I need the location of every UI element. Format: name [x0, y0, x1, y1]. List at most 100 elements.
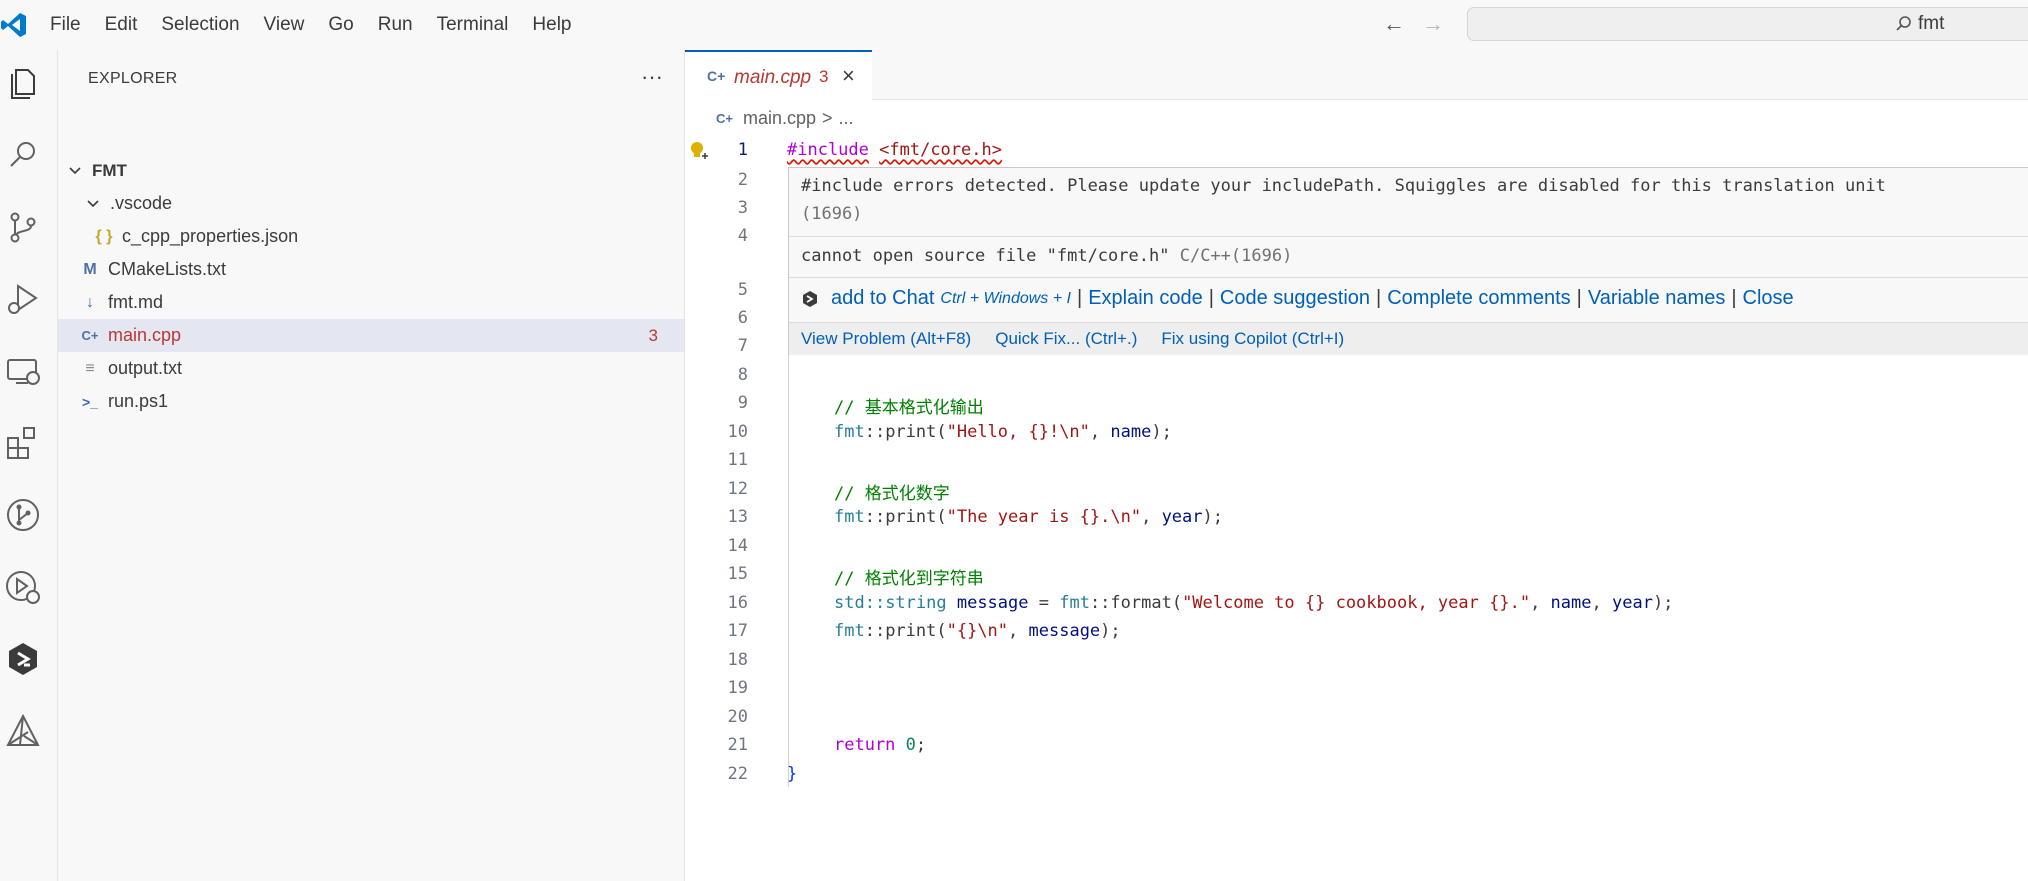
source-control-icon[interactable] — [4, 208, 42, 246]
copilot-icon — [803, 290, 817, 307]
namespace: std — [834, 593, 865, 613]
variable: message — [956, 593, 1029, 613]
breadcrumb-symbol[interactable]: ... — [839, 108, 854, 129]
text-file-icon: ≡ — [85, 359, 95, 377]
explain-code-link[interactable]: Explain code — [1088, 287, 1203, 310]
breadcrumb-file[interactable]: main.cpp — [743, 108, 816, 129]
copilot-icon[interactable] — [4, 640, 42, 678]
search-icon — [1896, 16, 1911, 31]
menu-terminal[interactable]: Terminal — [425, 14, 521, 36]
tree-file-c-cpp-properties[interactable]: { } c_cpp_properties.json — [58, 220, 684, 253]
complete-comments-link[interactable]: Complete comments — [1387, 287, 1570, 310]
cpp-icon: C+ — [707, 68, 726, 84]
code-line-15[interactable]: // 格式化到字符串 — [834, 564, 984, 589]
code-line-1[interactable]: #include <fmt/core.h> — [787, 140, 1002, 160]
punct: , — [1141, 507, 1162, 527]
explorer-title: EXPLORER — [88, 70, 178, 87]
fix-using-copilot-link[interactable]: Fix using Copilot (Ctrl+I) — [1161, 329, 1344, 349]
quick-fix-link[interactable]: Quick Fix... (Ctrl+.) — [995, 329, 1137, 349]
line-number: 5 — [737, 280, 748, 300]
tab-problem-count: 3 — [819, 67, 829, 86]
keyword: return — [834, 735, 896, 755]
search-icon[interactable] — [4, 136, 42, 174]
line-number: 17 — [727, 621, 748, 641]
markdown-icon: ↓ — [86, 293, 94, 311]
tree-file-cmakelists[interactable]: M CMakeLists.txt — [58, 253, 684, 286]
tree-file-output-txt[interactable]: ≡ output.txt — [58, 352, 684, 385]
cmake-icon[interactable] — [4, 712, 42, 750]
forward-arrow-icon[interactable]: → — [1422, 13, 1444, 35]
tree-file-run-ps1[interactable]: >_ run.ps1 — [58, 385, 684, 418]
line-number: 21 — [727, 735, 748, 755]
menu-help[interactable]: Help — [520, 14, 583, 36]
view-problem-link[interactable]: View Problem (Alt+F8) — [801, 329, 971, 349]
menu-go[interactable]: Go — [316, 14, 365, 36]
file-label: CMakeLists.txt — [108, 259, 227, 279]
problem-count-badge: 3 — [648, 325, 658, 345]
line-number: 15 — [727, 564, 748, 584]
explorer-icon[interactable] — [4, 64, 42, 102]
line-number: 18 — [727, 650, 748, 670]
separator: | — [1076, 287, 1083, 309]
error-text: cannot open source file "fmt/core.h" — [801, 246, 1170, 266]
punct: , — [1089, 422, 1111, 442]
error-code: (1696) — [801, 204, 863, 224]
close-icon[interactable]: × — [842, 63, 855, 89]
extensions-icon[interactable] — [4, 424, 42, 462]
code-line-9[interactable]: // 基本格式化输出 — [834, 393, 984, 418]
code-line-16[interactable]: std::string message = fmt::format("Welco… — [834, 593, 1673, 613]
indent-guide — [788, 355, 789, 787]
code-line-10[interactable]: fmt::print("Hello, {}!\n", name); — [834, 422, 1172, 442]
back-arrow-icon[interactable]: ← — [1383, 13, 1405, 35]
git-graph-icon[interactable] — [4, 496, 42, 534]
code-line-12[interactable]: // 格式化数字 — [834, 479, 950, 504]
file-label: run.ps1 — [108, 391, 169, 411]
string-literal: "Welcome to {} cookbook, year {}." — [1182, 593, 1531, 613]
menu-view[interactable]: View — [252, 14, 317, 36]
code-line-22[interactable]: } — [787, 764, 797, 784]
line-number: 8 — [737, 365, 748, 385]
testing-icon[interactable] — [4, 568, 42, 606]
command-center-search[interactable]: fmt — [1467, 7, 2028, 41]
line-number: 4 — [737, 226, 748, 246]
variable: year — [1611, 593, 1653, 613]
tree-root-fmt[interactable]: FMT — [58, 154, 684, 187]
tree-file-main-cpp[interactable]: C+ main.cpp 3 — [58, 319, 684, 352]
add-to-chat-link[interactable]: add to Chat — [831, 287, 934, 310]
separator: | — [1208, 287, 1214, 309]
include-error-message: #include errors detected. Please update … — [801, 176, 1886, 196]
remote-explorer-icon[interactable] — [4, 352, 42, 390]
menu-selection[interactable]: Selection — [149, 14, 251, 36]
close-link[interactable]: Close — [1743, 287, 1794, 310]
operator: = — [1028, 593, 1060, 613]
string-literal: "The year is {}.\n" — [946, 507, 1142, 527]
code-line-13[interactable]: fmt::print("The year is {}.\n", year); — [834, 507, 1223, 527]
punct: , — [1591, 593, 1612, 613]
menu-run[interactable]: Run — [366, 14, 425, 36]
breadcrumb: C+ main.cpp > ... — [716, 108, 854, 129]
comment: // 基本格式化输出 — [834, 398, 984, 418]
more-actions-icon[interactable]: ··· — [641, 64, 663, 90]
punct: , — [1008, 621, 1029, 641]
code-suggestion-link[interactable]: Code suggestion — [1220, 287, 1370, 310]
namespace: fmt — [834, 507, 865, 527]
divider — [789, 277, 2028, 278]
line-number: 9 — [737, 393, 748, 413]
run-debug-icon[interactable] — [4, 280, 42, 318]
variable-names-link[interactable]: Variable names — [1588, 287, 1725, 310]
tab-main-cpp[interactable]: C+ main.cpp 3 × — [685, 50, 872, 100]
punct: ); — [1100, 621, 1121, 641]
line-number: 22 — [727, 764, 748, 784]
chevron-right-icon: > — [822, 108, 833, 128]
code-line-17[interactable]: fmt::print("{}\n", message); — [834, 621, 1121, 641]
file-label: fmt.md — [108, 292, 164, 312]
code-line-21[interactable]: return 0; — [834, 735, 926, 755]
tree-folder-vscode[interactable]: .vscode — [58, 187, 684, 220]
variable: name — [1110, 422, 1152, 442]
menu-file[interactable]: File — [38, 14, 93, 36]
tree-file-fmt-md[interactable]: ↓ fmt.md — [58, 286, 684, 319]
menu-edit[interactable]: Edit — [93, 14, 150, 36]
comment: // 格式化数字 — [834, 484, 950, 504]
variable: year — [1161, 507, 1203, 527]
line-number: 6 — [737, 308, 748, 328]
